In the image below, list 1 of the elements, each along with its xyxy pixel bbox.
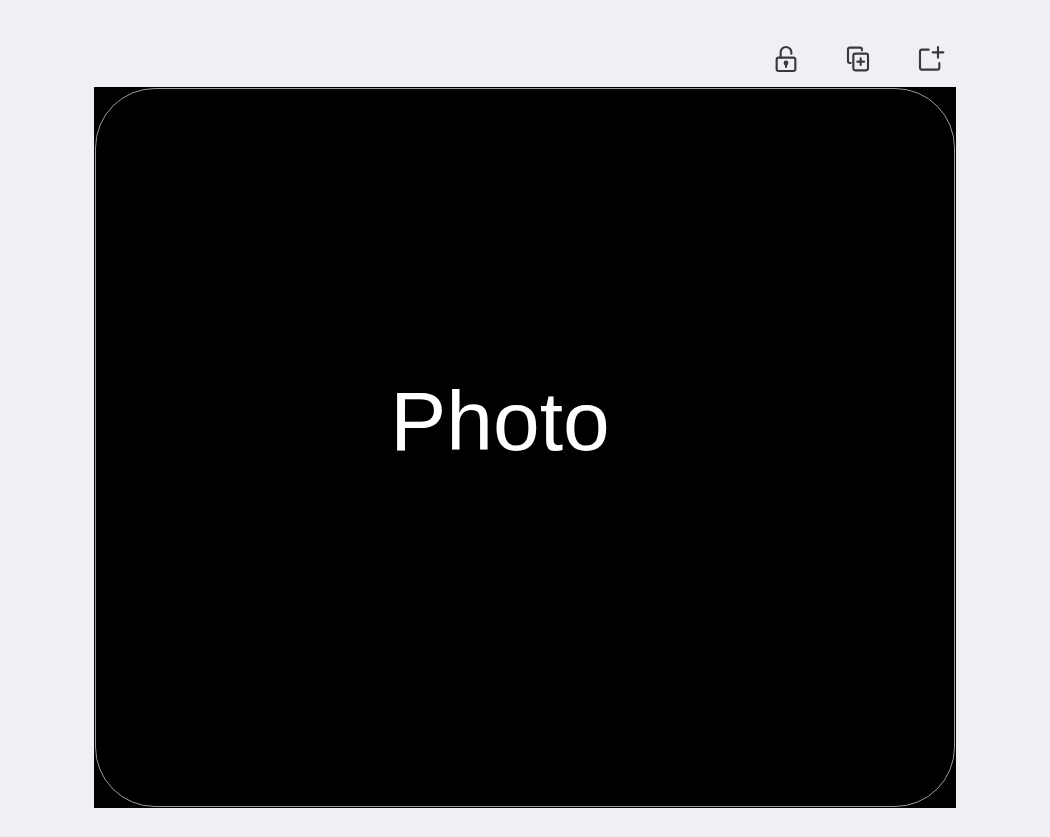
canvas-label: Photo [390,378,610,463]
